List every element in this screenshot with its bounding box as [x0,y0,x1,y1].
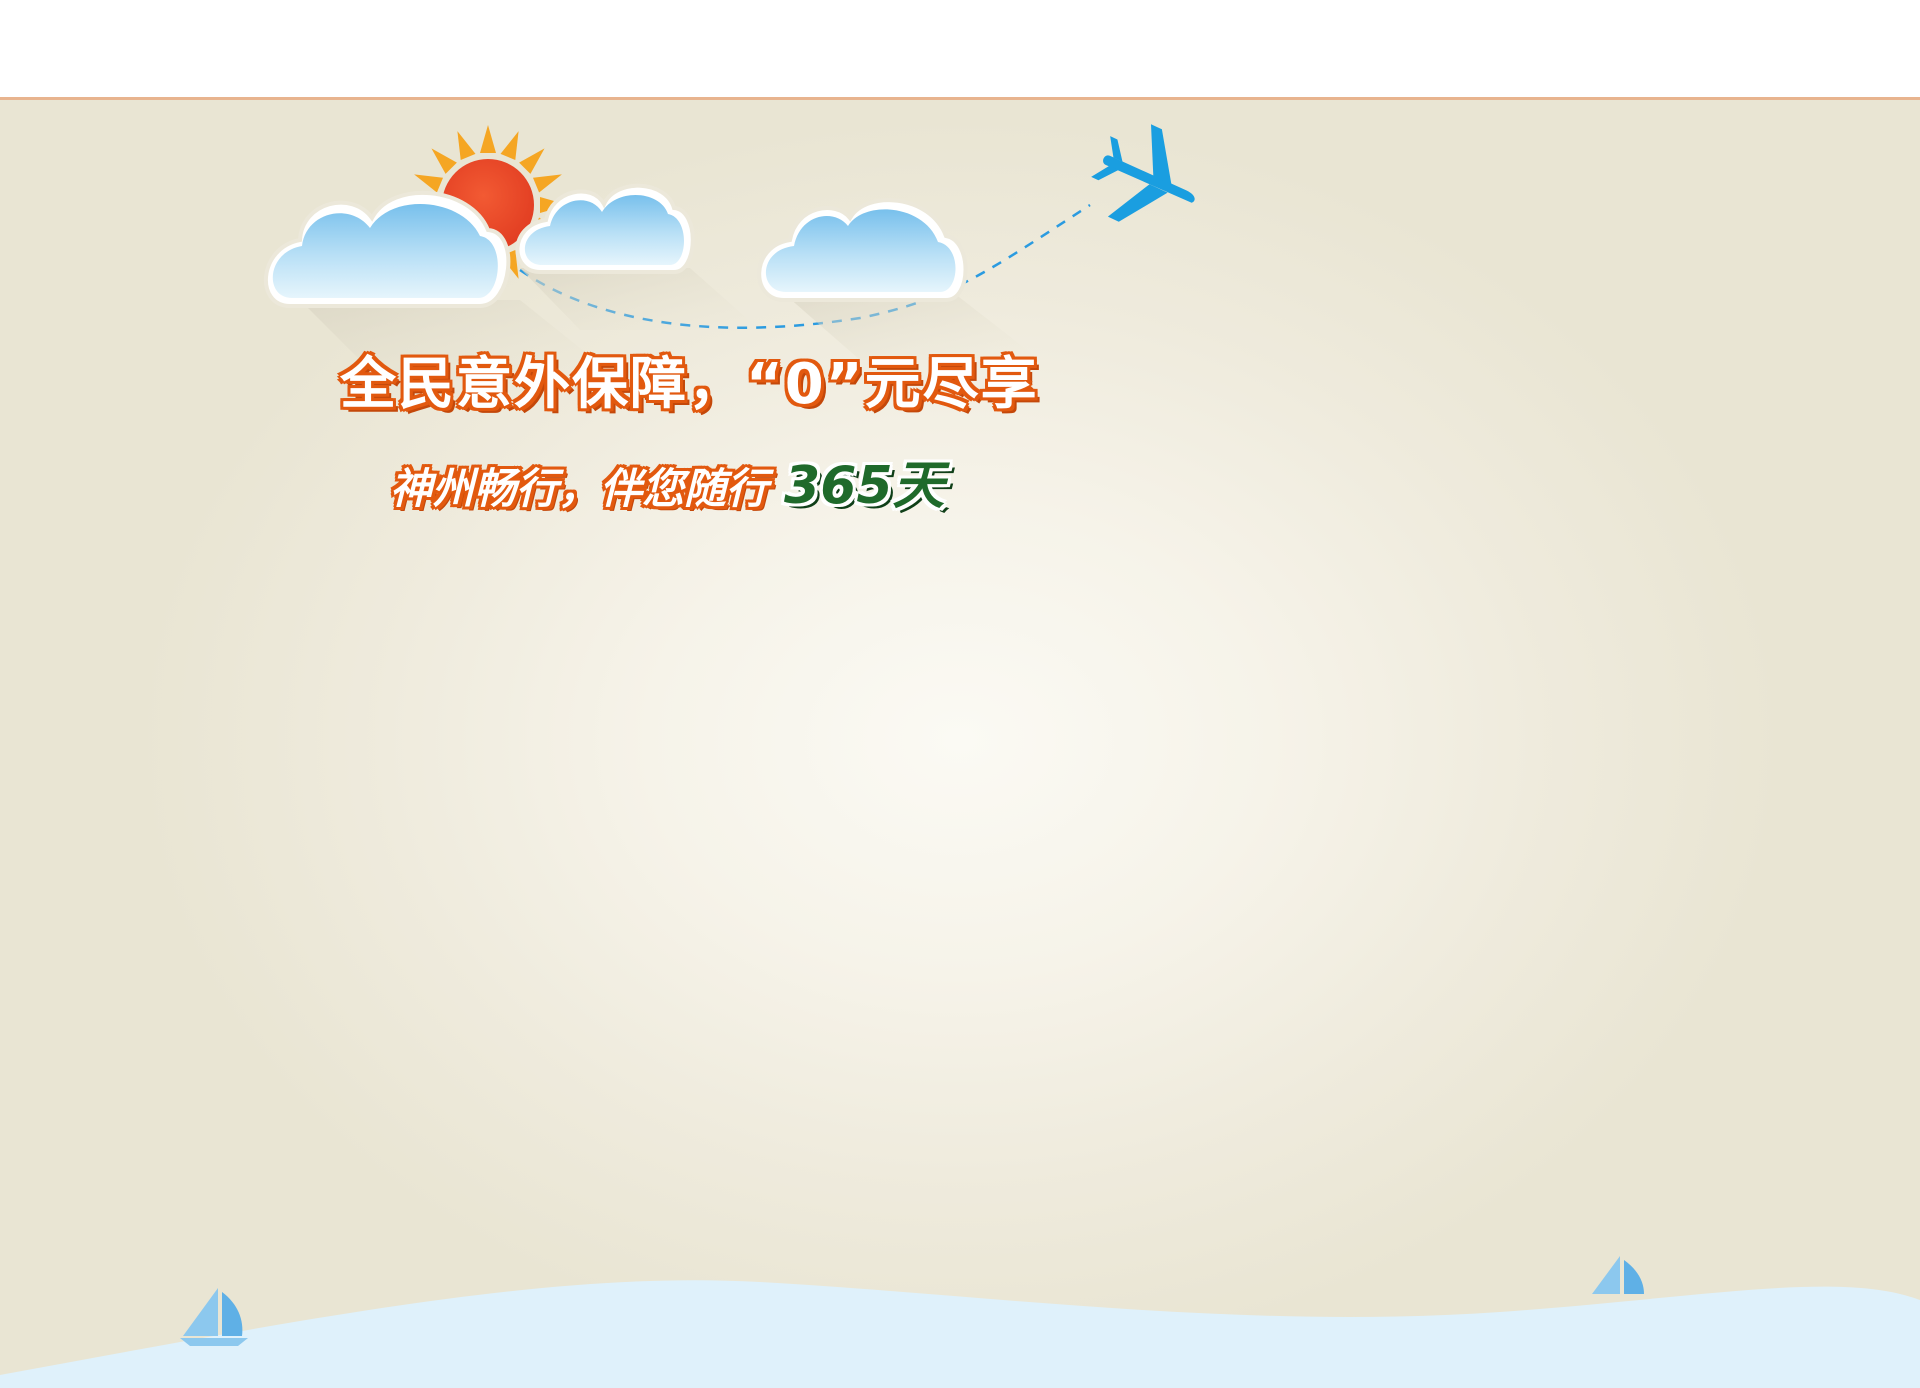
sea-wave [0,1280,1920,1388]
hero-subline: 神州畅行，伴您随行 365天 [390,456,945,516]
cloud-icon [515,183,760,330]
hero-headline: 全民意外保障，“0”元尽享 [340,352,1039,417]
hero-illustration [0,124,1920,1388]
hero-days-badge: 365天 [784,456,945,516]
hero-subline-text: 神州畅行，伴您随行 [390,464,769,513]
cloud-icon [757,198,1040,360]
sailboat-icon [1592,1256,1644,1294]
airplane-icon [1091,124,1195,222]
page: 全民意外保障，“0”元尽享 神州畅行，伴您随行 365天 [0,0,1920,1388]
